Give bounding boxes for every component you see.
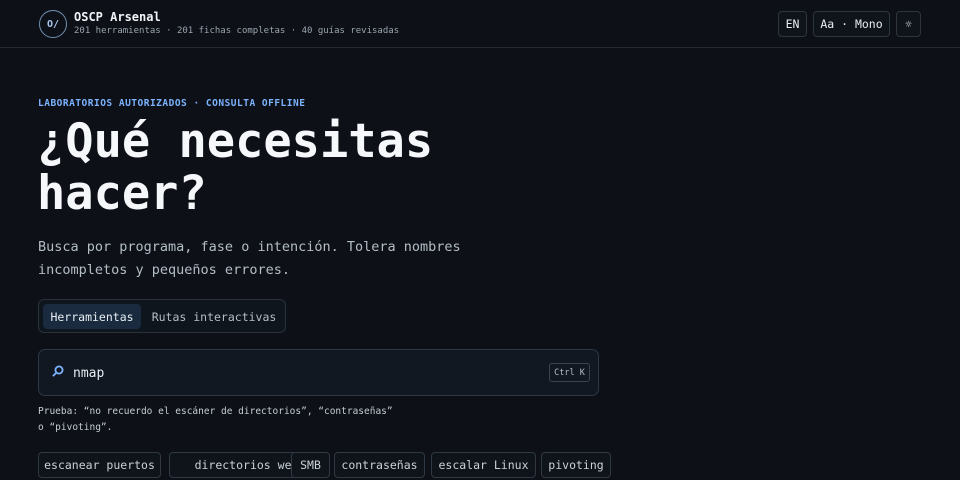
search-hint-line-2: o “pivoting”. [38,422,113,433]
subtitle-line-2: incompletos y pequeños errores. [38,262,290,278]
logo: O/ [39,10,67,38]
subtitle-line-1: Busca por programa, fase o intención. To… [38,239,461,255]
eyebrow-label: LABORATORIOS AUTORIZADOS · CONSULTA OFFL… [38,98,306,109]
chip-contrasenas[interactable]: contraseñas [334,452,425,478]
page-title: ¿Qué necesitas hacer? [37,116,557,220]
page-subtitle: Busca por programa, fase o intención. To… [38,236,498,282]
mode-tabs: Herramientas Rutas interactivas [38,299,286,333]
chip-escanear-puertos[interactable]: escanear puertos [38,452,161,478]
tab-routes[interactable]: Rutas interactivas [145,304,283,329]
top-bar: O/ OSCP Arsenal 201 herramientas · 201 f… [0,0,960,48]
search-hint: Prueba: “no recuerdo el escáner de direc… [38,404,438,436]
chip-escalar-linux[interactable]: escalar Linux [431,452,536,478]
chip-smb[interactable]: SMB [291,452,330,478]
language-button[interactable]: EN [778,11,807,37]
search-box[interactable]: Ctrl K [38,349,599,396]
search-hint-line-1: Prueba: “no recuerdo el escáner de direc… [38,406,393,417]
chip-pivoting[interactable]: pivoting [541,452,611,478]
page-title-line-1: ¿Qué necesitas [37,114,434,169]
sun-icon: ☼ [905,17,912,31]
app-stats: 201 herramientas · 201 fichas completas … [74,26,400,36]
shortcut-hint: Ctrl K [549,363,590,382]
page-title-line-2: hacer? [37,166,207,221]
search-input[interactable] [73,361,533,385]
font-toggle-button[interactable]: Aa · Mono [813,11,890,37]
tab-tools[interactable]: Herramientas [43,304,141,329]
app-title: OSCP Arsenal [74,10,161,24]
theme-toggle-button[interactable]: ☼ [896,11,921,37]
search-icon [52,365,64,377]
